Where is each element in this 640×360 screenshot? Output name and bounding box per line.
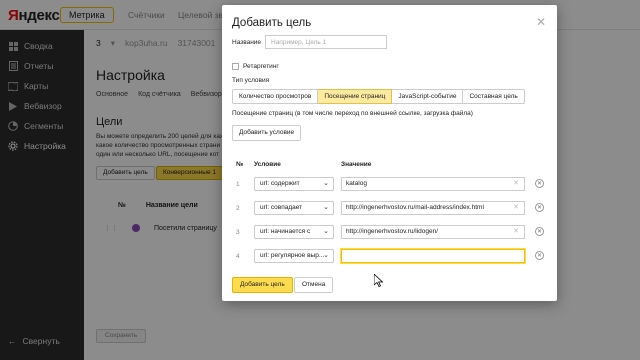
dialog-title: Добавить цель <box>232 17 312 29</box>
col-value-header: Значение <box>341 161 372 168</box>
add-goal-dialog: Добавить цель ✕ Название Ретаргетинг Тип… <box>222 5 557 301</box>
condition-value-input[interactable] <box>341 249 525 263</box>
row-number: 4 <box>236 253 240 260</box>
condition-select[interactable]: url: начинается с ⌄ <box>254 225 334 239</box>
col-number-header: № <box>236 161 244 168</box>
clear-icon[interactable]: ✕ <box>513 178 519 190</box>
close-icon[interactable]: ✕ <box>536 15 546 29</box>
condition-value-input[interactable]: http://ingenerhvostov.ru/mail-address/in… <box>341 201 525 215</box>
type-pageviews-button[interactable]: Количество просмотров <box>232 89 319 104</box>
row-number: 1 <box>236 181 240 188</box>
goal-name-input[interactable] <box>265 35 387 49</box>
type-page-visit-button[interactable]: Посещение страниц <box>318 89 393 104</box>
name-label: Название <box>232 39 262 46</box>
condition-type-label: Тип условия <box>232 77 270 84</box>
condition-select[interactable]: url: содержит ⌄ <box>254 177 334 191</box>
col-condition-header: Условие <box>254 161 281 168</box>
condition-type-switch: Количество просмотров Посещение страниц … <box>232 89 525 104</box>
retargeting-label: Ретаргетинг <box>243 63 279 70</box>
row-number: 2 <box>236 205 240 212</box>
condition-value-input[interactable]: katalog ✕ <box>341 177 525 191</box>
chevron-down-icon: ⌄ <box>323 180 329 187</box>
chevron-down-icon: ⌄ <box>323 252 329 259</box>
remove-condition-icon[interactable]: ✕ <box>535 227 544 236</box>
chevron-down-icon: ⌄ <box>323 204 329 211</box>
remove-condition-icon[interactable]: ✕ <box>535 251 544 260</box>
cancel-button[interactable]: Отмена <box>294 277 334 293</box>
condition-value-input[interactable]: http://ingenerhvostov.ru/lidogen/✕ <box>341 225 525 239</box>
clear-icon[interactable]: ✕ <box>513 226 519 238</box>
row-number: 3 <box>236 229 240 236</box>
retargeting-checkbox[interactable]: Ретаргетинг <box>232 63 279 70</box>
remove-condition-icon[interactable]: ✕ <box>535 203 544 212</box>
chevron-down-icon: ⌄ <box>323 228 329 235</box>
condition-description: Посещение страниц (в том числе переход п… <box>232 110 473 117</box>
submit-goal-button[interactable]: Добавить цель <box>232 277 293 293</box>
remove-condition-icon[interactable]: ✕ <box>535 179 544 188</box>
condition-select[interactable]: url: совпадает ⌄ <box>254 201 334 215</box>
condition-select[interactable]: url: регулярное выр... ⌄ <box>254 249 334 263</box>
type-js-event-button[interactable]: JavaScript-событие <box>392 89 464 104</box>
checkbox-icon <box>232 63 239 70</box>
type-composite-button[interactable]: Составная цель <box>463 89 525 104</box>
add-condition-button[interactable]: Добавить условие <box>232 125 302 141</box>
clear-icon[interactable]: ✕ <box>513 202 519 214</box>
